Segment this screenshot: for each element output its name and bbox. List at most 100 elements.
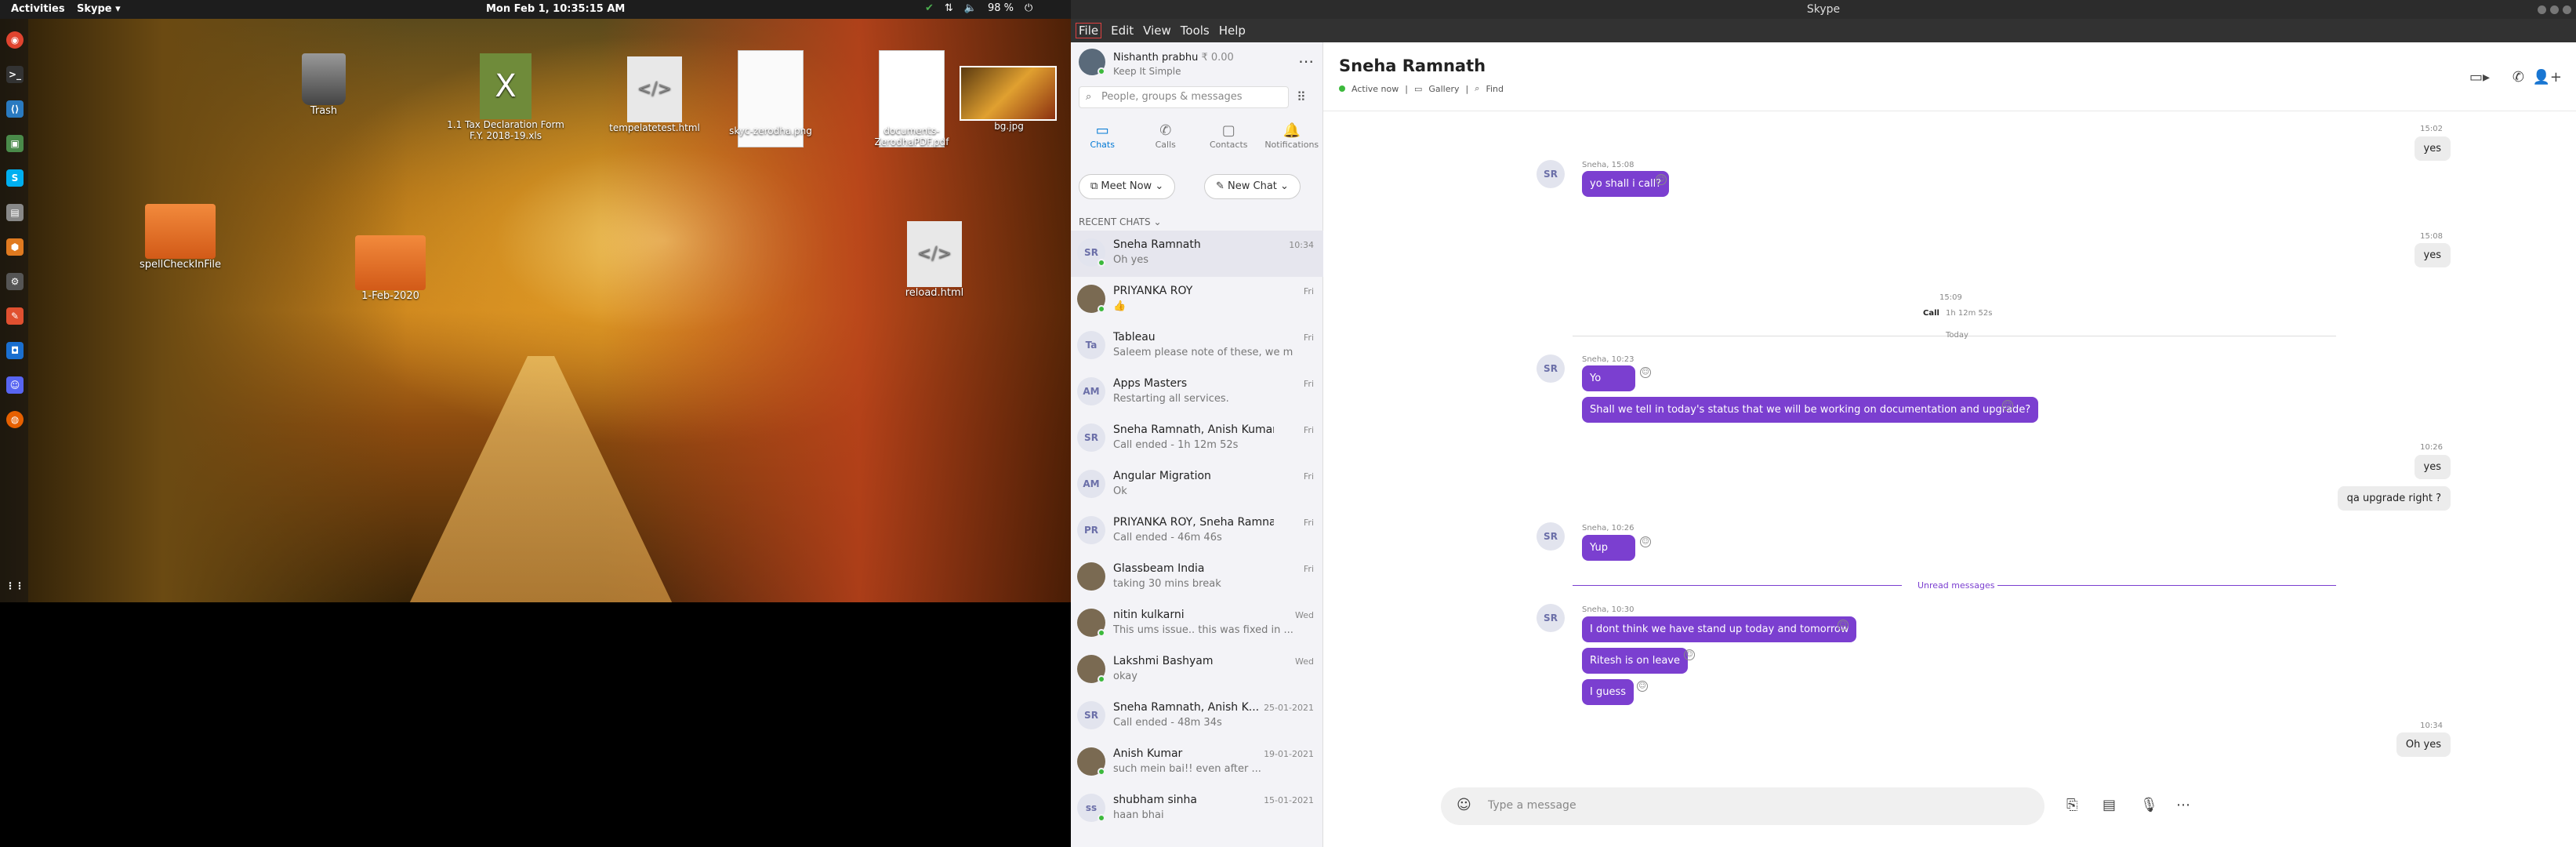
message-bubble[interactable]: I guess — [1582, 679, 1634, 705]
image-thumbnail-icon — [960, 66, 1057, 121]
skype-icon[interactable]: S — [6, 169, 24, 187]
chat-list-item[interactable]: PRIYANKA ROY 👍 Fri — [1071, 277, 1323, 323]
app-icon[interactable]: ▣ — [6, 135, 24, 152]
message-bubble[interactable]: Ritesh is on leave — [1582, 648, 1688, 674]
postman-icon[interactable]: ✎ — [6, 307, 24, 325]
chat-list-item[interactable]: Anish Kumar such mein bai!! even after ..… — [1071, 740, 1323, 786]
reaction-icon[interactable]: ☺ — [1684, 649, 1695, 660]
more-options-icon[interactable]: ⋯ — [1298, 52, 1314, 71]
chat-list-item[interactable]: ss shubham sinha haan bhai 15-01-2021 — [1071, 786, 1323, 832]
activities-button[interactable]: Activities — [11, 3, 65, 15]
message-bubble[interactable]: I dont think we have stand up today and … — [1582, 616, 1857, 642]
reaction-icon[interactable]: ☺ — [1838, 620, 1849, 631]
reaction-icon[interactable]: ☺ — [2002, 400, 2013, 411]
chat-list-item[interactable]: SR Sneha Ramnath Oh yes 10:34 — [1071, 231, 1323, 277]
desktop-icon-folder-spellcheck[interactable]: spellCheckInFile — [140, 204, 221, 271]
sender-avatar[interactable]: SR — [1537, 522, 1565, 551]
terminal-icon[interactable]: >_ — [6, 66, 24, 83]
attach-file-icon[interactable]: ⎘ — [2066, 797, 2077, 813]
chat-list-item[interactable]: Ta Tableau Saleem please note of these, we… — [1071, 323, 1323, 369]
settings-icon[interactable]: ⚙ — [6, 273, 24, 290]
microphone-icon[interactable]: 🎙 — [2140, 797, 2158, 813]
desktop-icon-trash[interactable]: Trash — [296, 53, 351, 117]
message-bubble[interactable]: Yup — [1582, 535, 1635, 561]
recent-chats-header[interactable]: RECENT CHATS ⌄ — [1079, 216, 1162, 227]
contact-name[interactable]: Sneha Ramnath — [1339, 56, 1486, 75]
message-bubble[interactable]: yes — [2414, 455, 2451, 479]
find-link[interactable]: Find — [1486, 84, 1504, 94]
tab-contacts[interactable]: ▢ Contacts — [1197, 118, 1261, 157]
avatar: ss — [1077, 794, 1105, 822]
call-time: 15:09 — [1939, 293, 1962, 302]
sender-avatar[interactable]: SR — [1537, 604, 1565, 632]
menu-file[interactable]: File — [1076, 23, 1102, 38]
video-call-icon[interactable]: ▭▸ — [2469, 69, 2490, 85]
reaction-icon[interactable]: ☺ — [1637, 681, 1648, 692]
chrome-icon[interactable]: ◉ — [6, 31, 24, 49]
chat-list-item[interactable]: SR Sneha Ramnath, Anish Kumar Call ended -… — [1071, 416, 1323, 462]
show-apps-icon[interactable]: ⋮⋮ — [5, 577, 24, 594]
menu-help[interactable]: Help — [1219, 24, 1246, 38]
reaction-icon[interactable]: ☺ — [1640, 367, 1651, 378]
desktop-icon-png[interactable]: skyc-zerodha.png — [729, 50, 812, 147]
chat-list-item[interactable]: Glassbeam India taking 30 mins break Fri — [1071, 554, 1323, 601]
profile-balance: ₹ 0.00 — [1201, 52, 1234, 64]
dialpad-icon[interactable]: ⠿ — [1297, 89, 1306, 104]
menu-tools[interactable]: Tools — [1181, 24, 1210, 38]
desktop-icon-reload-html[interactable]: </> reload.html — [903, 221, 966, 299]
chat-list-item[interactable]: PR PRIYANKA ROY, Sneha Ramnath Call ended … — [1071, 508, 1323, 554]
sender-avatar[interactable]: SR — [1537, 160, 1565, 188]
audio-call-icon[interactable]: ✆ — [2513, 69, 2524, 85]
desktop-icon-xls[interactable]: X 1.1 Tax Declaration Form F.Y. 2018-19.… — [447, 53, 564, 141]
chat-list-item[interactable]: nitin kulkarni This ums issue.. this was … — [1071, 601, 1323, 647]
message-bubble[interactable]: yes — [2414, 136, 2451, 161]
chat-time: 15-01-2021 — [1264, 795, 1314, 805]
gallery-link[interactable]: Gallery — [1428, 84, 1459, 94]
profile[interactable]: Nishanth prabhu ₹ 0.00 Keep It Simple ⋯ — [1079, 47, 1314, 78]
tab-calls[interactable]: ✆ Calls — [1134, 118, 1198, 157]
tab-notifications[interactable]: 🔔 Notifications — [1261, 118, 1324, 157]
menu-view[interactable]: View — [1143, 24, 1171, 38]
more-icon[interactable]: ⋯ — [2176, 797, 2190, 813]
chat-list-item[interactable]: SR Sneha Ramnath, Anish K... Call ended - … — [1071, 693, 1323, 740]
reaction-icon[interactable]: ☺ — [1656, 174, 1667, 185]
tab-chats[interactable]: ▭ Chats — [1071, 118, 1134, 157]
chat-time: 10:34 — [1289, 240, 1314, 250]
firefox-icon[interactable]: ◍ — [6, 411, 24, 428]
chat-last-message: taking 30 mins break — [1113, 578, 1221, 590]
desktop-icon-pdf[interactable]: documents-ZerodhaPDF.pdf — [875, 50, 949, 147]
desktop-icon-folder-date[interactable]: 1-Feb-2020 — [351, 235, 430, 302]
zoom-icon[interactable]: ◘ — [6, 342, 24, 359]
chat-list-item[interactable]: AM Apps Masters Restarting all services. Fr… — [1071, 369, 1323, 416]
add-people-icon[interactable]: 👤+ — [2533, 69, 2563, 85]
meet-row: ⧉ Meet Now ⌄ ✎ New Chat ⌄ — [1079, 174, 1314, 202]
files-icon[interactable]: ▤ — [6, 204, 24, 221]
new-chat-button[interactable]: ✎ New Chat ⌄ — [1204, 174, 1301, 199]
sender-avatar[interactable]: SR — [1537, 354, 1565, 383]
message-bubble[interactable]: Oh yes — [2396, 732, 2451, 757]
message-bubble[interactable]: yes — [2414, 243, 2451, 267]
message-bubble[interactable]: Yo — [1582, 365, 1635, 391]
contact-card-icon[interactable]: ▤ — [2103, 797, 2116, 813]
vscode-icon[interactable]: ⟨⟩ — [6, 100, 24, 118]
menu-edit[interactable]: Edit — [1111, 24, 1134, 38]
chat-list-item[interactable]: AM Angular Migration Ok Fri — [1071, 462, 1323, 508]
clock[interactable]: Mon Feb 1, 10:35:15 AM — [486, 3, 625, 15]
message-bubble[interactable]: Shall we tell in today's status that we … — [1582, 397, 2039, 423]
desktop-icon-html[interactable]: </> tempelatetest.html — [609, 56, 700, 133]
desktop-icon-jpg[interactable]: bg.jpg — [958, 66, 1058, 132]
software-icon[interactable]: ⬢ — [6, 238, 24, 256]
close-button[interactable] — [2563, 5, 2571, 14]
discord-icon[interactable]: ☺ — [6, 376, 24, 394]
reaction-icon[interactable]: ☺ — [1640, 536, 1651, 547]
search-input[interactable]: ⌕ People, groups & messages — [1079, 86, 1289, 108]
system-tray[interactable]: ✔ ⇅ 🔈 98 % ⏻ — [925, 2, 1032, 14]
minimize-button[interactable] — [2538, 5, 2546, 14]
maximize-button[interactable] — [2550, 5, 2559, 14]
message-bubble[interactable]: yo shall i call? — [1582, 171, 1670, 197]
emoji-icon[interactable]: ☺ — [1457, 797, 1471, 813]
message-bubble[interactable]: qa upgrade right ? — [2337, 486, 2451, 511]
app-menu[interactable]: Skype ▾ — [77, 3, 121, 15]
meet-now-button[interactable]: ⧉ Meet Now ⌄ — [1079, 174, 1176, 199]
chat-list-item[interactable]: Lakshmi Bashyam okay Wed — [1071, 647, 1323, 693]
